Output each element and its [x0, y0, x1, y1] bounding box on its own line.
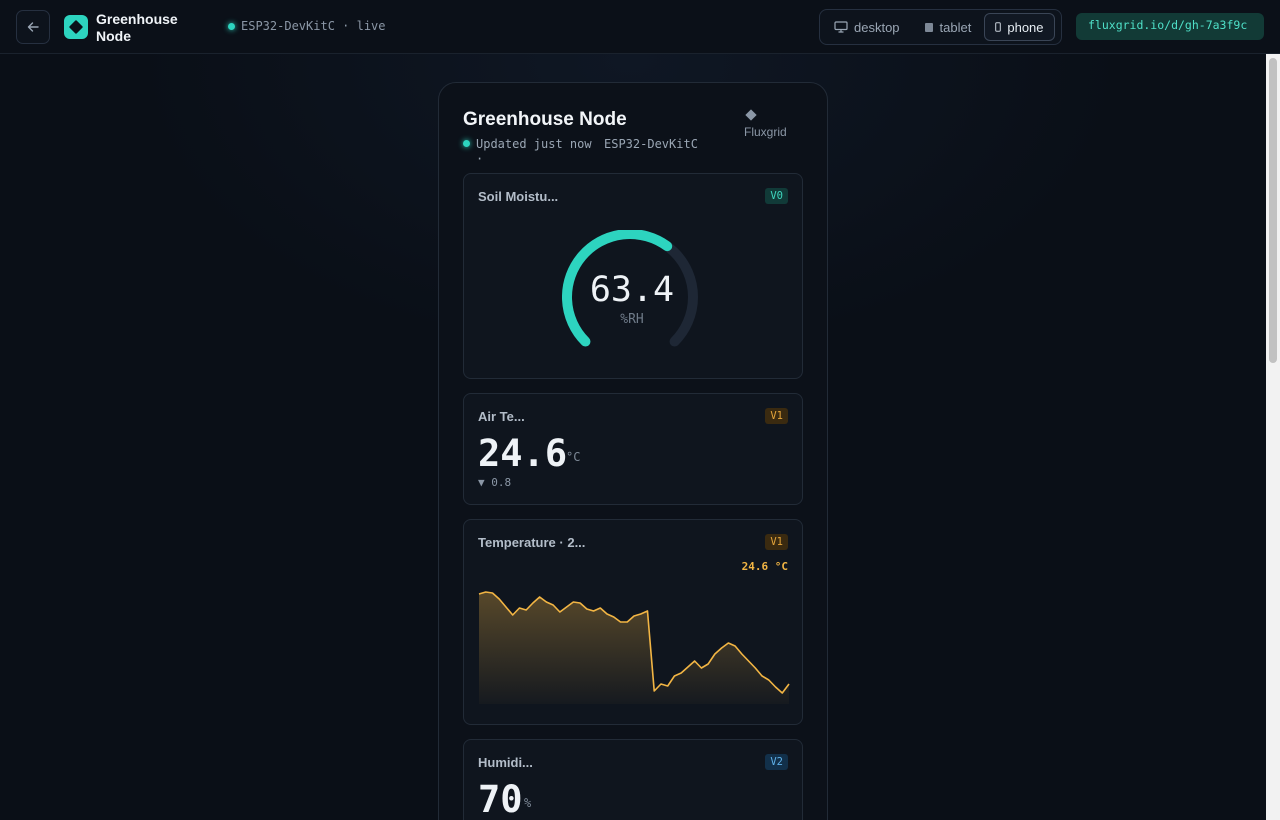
chart-area — [479, 592, 789, 704]
device-name: ESP32-DevKitC — [604, 137, 698, 151]
scrollbar-thumb[interactable] — [1269, 58, 1277, 363]
temperature-chart — [478, 591, 790, 704]
widget-soil-moisture[interactable]: Soil Moistu... V0 63.4 %RH — [463, 173, 803, 379]
share-url[interactable]: fluxgrid.io/d/gh-7a3f9c — [1076, 13, 1264, 40]
device-status-text: ESP32-DevKitC · live — [241, 19, 386, 33]
scrollbar[interactable] — [1266, 54, 1280, 820]
gauge-value: 63.4 — [589, 270, 675, 310]
device-status: ESP32-DevKitC · live — [228, 19, 386, 33]
arrow-left-icon — [27, 22, 39, 32]
widget-label: Air Te... — [478, 409, 525, 424]
brand-mark: Fluxgrid — [744, 109, 787, 139]
phone-subtitle: Updated just now · ESP32-DevKitC — [463, 137, 733, 167]
value-display: 24.6 — [478, 432, 568, 475]
phone-preview: Greenhouse Node Updated just now · ESP32… — [438, 82, 828, 820]
online-dot-icon — [463, 140, 470, 147]
view-mode-tablet[interactable]: tablet — [913, 13, 983, 41]
value-unit: °C — [566, 450, 581, 464]
pin-badge: V1 — [765, 534, 788, 550]
diamond-icon — [745, 109, 757, 121]
view-mode-desktop[interactable]: desktop — [823, 13, 911, 41]
value-display: 70 — [478, 778, 523, 820]
online-dot-icon — [228, 22, 235, 30]
widget-temperature-chart[interactable]: Temperature · 2... V1 24.6 °C — [463, 519, 803, 725]
brand-name: Fluxgrid — [744, 125, 787, 139]
widget-air-temperature[interactable]: Air Te... V1 24.6 °C ▼ 0.8 — [463, 393, 803, 505]
view-mode-phone[interactable]: phone — [984, 13, 1055, 41]
gauge-unit: %RH — [620, 312, 644, 327]
app-logo-icon — [64, 15, 88, 39]
value-delta: ▼ 0.8 — [478, 476, 512, 489]
phone-title: Greenhouse Node — [463, 109, 627, 130]
gauge: 63.4 %RH — [562, 229, 706, 360]
view-mode-switcher: desktop tablet phone — [819, 9, 1062, 45]
monitor-icon — [834, 21, 848, 33]
updated-text: Updated just now · — [476, 137, 592, 166]
value-unit: % — [524, 796, 532, 810]
widget-label: Humidi... — [478, 755, 533, 770]
widget-label: Soil Moistu... — [478, 189, 559, 204]
pin-badge: V1 — [765, 408, 788, 424]
tablet-icon — [924, 22, 933, 32]
top-bar: Greenhouse Node ESP32-DevKitC · live des… — [0, 0, 1280, 54]
pin-badge: V2 — [765, 754, 788, 770]
pin-badge: V0 — [765, 188, 788, 204]
phone-icon — [995, 22, 1002, 32]
widget-humidity[interactable]: Humidi... V2 70 % — [463, 739, 803, 820]
widget-label: Temperature · 2... — [478, 535, 586, 550]
back-button[interactable] — [16, 10, 50, 44]
chart-current-value: 24.6 °C — [741, 560, 788, 573]
app-title: Greenhouse Node — [96, 11, 178, 44]
